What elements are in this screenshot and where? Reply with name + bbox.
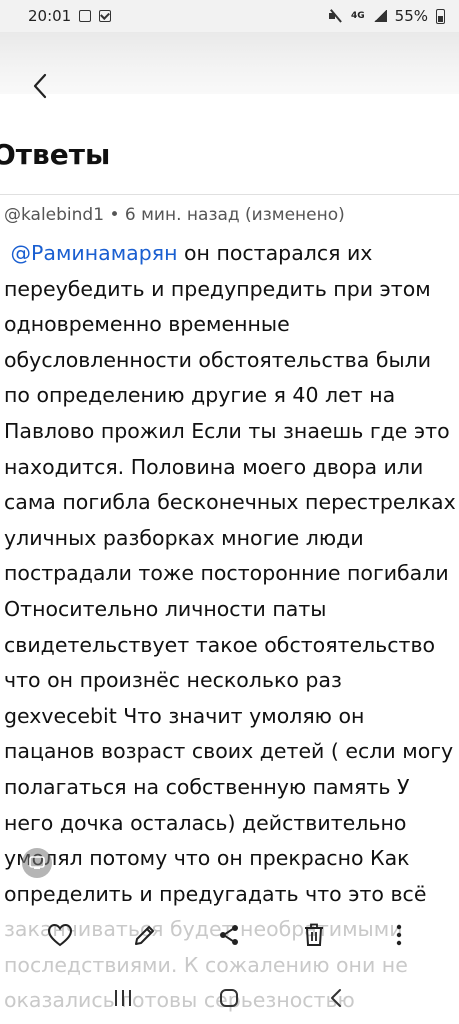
recents-button[interactable] (103, 978, 143, 1018)
battery-icon (436, 8, 445, 24)
comment-line: обусловленности обстоятельства были (4, 347, 432, 372)
comment-line: gexvecebit Что значит умоляю он (4, 703, 365, 728)
comment-line: @Раминамарян он постарался их (4, 236, 459, 272)
status-right: 4G 55% (329, 7, 445, 25)
comment-line: Относительно личности паты (4, 596, 327, 621)
mute-icon (329, 10, 343, 22)
screen-share-icon (29, 856, 45, 869)
screen: 20:01 4G 55% Ответы @kalebind1 • 6 мин. … (0, 0, 459, 1024)
floating-bubble-button[interactable] (22, 848, 52, 878)
comment-line: пацанов возраст своих детей ( если могу (4, 739, 454, 764)
home-icon (220, 989, 239, 1007)
heart-icon (48, 923, 73, 947)
back-button[interactable] (26, 72, 54, 100)
share-button[interactable] (209, 915, 249, 955)
pencil-icon (134, 926, 154, 945)
share-icon (220, 925, 239, 945)
delete-button[interactable] (294, 915, 334, 955)
gallery-notification-icon (79, 10, 92, 22)
header-background (0, 32, 459, 94)
trash-icon (305, 923, 324, 946)
comment-line: переубедить и предупредить при этом (4, 276, 431, 301)
action-bar (0, 900, 459, 970)
more-vertical-icon (396, 924, 401, 946)
comment-line: пострадали тоже посторонние погибали (4, 561, 449, 586)
mention-link[interactable]: @Раминамарян (11, 241, 178, 265)
comment-line: находится. Половина моего двора или (4, 454, 424, 479)
status-bar: 20:01 4G 55% (0, 0, 459, 32)
comment-meta: @kalebind1 • 6 мин. назад (изменено) (4, 205, 345, 225)
back-icon (330, 989, 341, 1007)
comment-line: одновременно временные (4, 312, 290, 337)
chevron-left-icon (33, 73, 47, 99)
comment-line: него дочка осталась) действительно (4, 810, 407, 835)
comment-author[interactable]: @kalebind1 (4, 205, 104, 225)
comment-line: Павлово прожил Если ты знаешь где это (4, 418, 450, 443)
signal-icon (372, 10, 387, 22)
check-notification-icon (99, 10, 112, 22)
status-time: 20:01 (28, 7, 72, 25)
comment-line: по определению другие я 40 лет на (4, 383, 396, 408)
comment-line: что он произнёс несколько раз (4, 668, 342, 693)
comment-line: умолял потому что он прекрасно Как (4, 846, 410, 871)
comment-line: уличных разборках многие люди (4, 525, 364, 550)
comment-line: сама погибла бесконечных перестрелках (4, 490, 456, 515)
section-title: Ответы (0, 138, 111, 171)
network-type: 4G (351, 10, 365, 21)
system-nav-bar (0, 972, 459, 1024)
comment-line: свидетельствует такое обстоятельство (4, 632, 436, 657)
comment-line: полагаться на собственную память У (4, 774, 410, 799)
comment-line-text: он постарался их (177, 241, 373, 265)
meta-separator: • (104, 205, 125, 225)
more-options-button[interactable] (379, 915, 419, 955)
nav-back-button[interactable] (316, 978, 356, 1018)
battery-percent: 55% (394, 7, 428, 25)
comment-time: 6 мин. назад (изменено) (124, 205, 345, 225)
status-left: 20:01 (28, 7, 112, 25)
divider (0, 194, 459, 195)
like-button[interactable] (40, 915, 80, 955)
recents-icon (115, 990, 132, 1006)
home-button[interactable] (209, 978, 249, 1018)
edit-button[interactable] (125, 915, 165, 955)
